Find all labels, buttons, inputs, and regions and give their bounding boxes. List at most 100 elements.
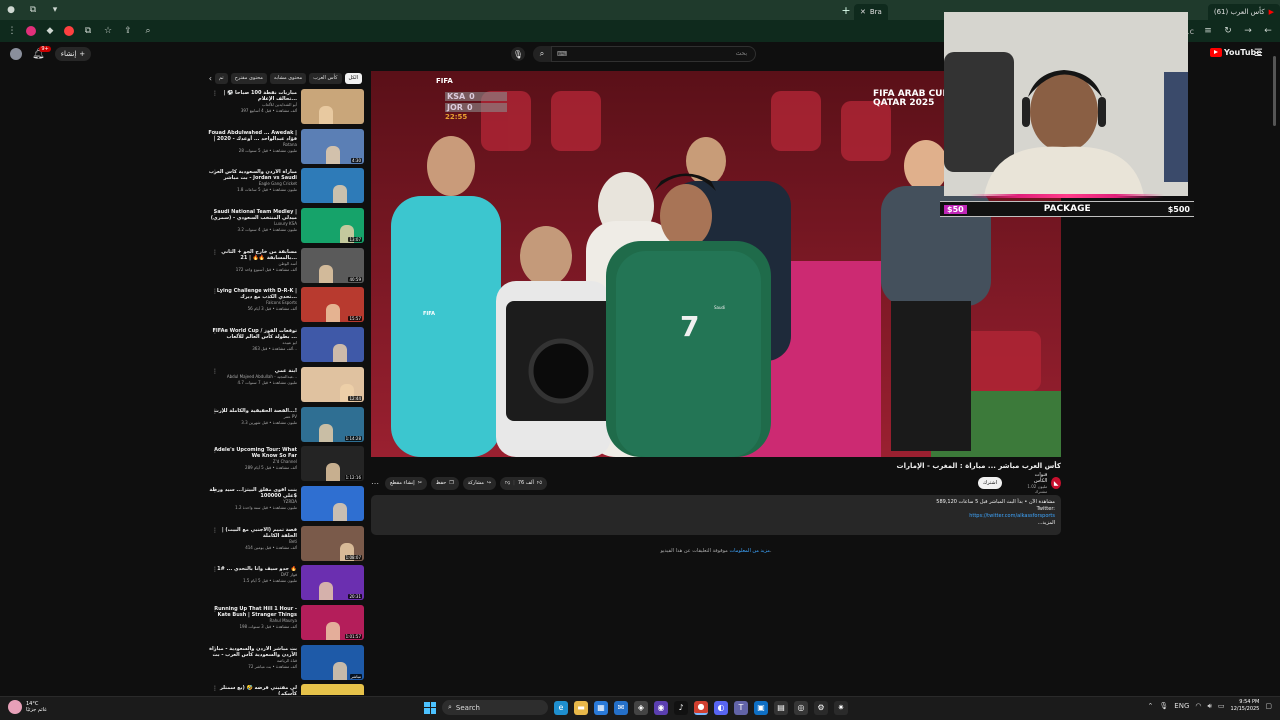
bookmark-star-icon[interactable]: ☆ <box>102 25 114 37</box>
more-options-icon[interactable]: ⋮ <box>212 566 218 573</box>
edge-icon[interactable]: e <box>554 700 568 715</box>
more-options-icon[interactable]: ⋮ <box>212 447 218 454</box>
video-thumbnail[interactable] <box>301 168 364 204</box>
video-thumbnail[interactable]: 13:07 <box>301 208 364 244</box>
tab-active[interactable]: (61) كأس العرب ▶ <box>1207 4 1280 20</box>
video-title[interactable]: Saudi National Team Medley | ميدلي المنت… <box>208 209 297 221</box>
video-title[interactable]: بنت أقوى مقلق البيتزا... سيد ورطة علي 10… <box>208 487 297 499</box>
video-thumbnail[interactable]: 1:12:16 <box>301 446 364 482</box>
more-options-icon[interactable]: ⋮ <box>212 169 218 176</box>
video-thumbnail[interactable]: 1:01:57 <box>301 604 364 640</box>
video-thumbnail[interactable]: 1:14:28 <box>301 406 364 442</box>
video-thumbnail[interactable]: 15:57 <box>301 287 364 323</box>
store-icon[interactable]: ▦ <box>594 700 608 715</box>
video-thumbnail[interactable] <box>301 485 364 521</box>
chip-suggested[interactable]: محتوى مقترح <box>230 72 267 84</box>
extension-icon[interactable] <box>64 26 74 36</box>
chip-arab-cup[interactable]: كأس العرب <box>309 72 342 84</box>
video-title[interactable]: FIFAe World Cup / توقعات الفوز ... بطولة… <box>208 328 297 340</box>
more-options-icon[interactable]: ⋮ <box>212 130 218 137</box>
more-options-icon[interactable]: ⋮ <box>212 606 218 613</box>
zoom-icon[interactable]: ⌕ <box>142 25 154 37</box>
more-options-icon[interactable]: ⋮ <box>212 527 218 534</box>
video-title[interactable]: مباريات نقطة 100 صباحاً ⚽ | تحالف الإعلا… <box>208 90 298 102</box>
tab-1[interactable]: ✕ Bra <box>853 4 888 20</box>
channel-avatar[interactable]: ◣ <box>1051 477 1061 489</box>
video-thumbnail[interactable]: 20:31 <box>301 565 364 601</box>
chevron-up-icon[interactable]: ⌃ <box>1148 702 1154 710</box>
menu-icon[interactable]: ⋮ <box>6 25 18 37</box>
video-title[interactable]: مباراة الأردن والسعودية كأس العرب - بث م… <box>208 169 297 181</box>
discord-icon[interactable]: ◐ <box>714 700 728 715</box>
tune-icon[interactable]: ≡ <box>1202 25 1214 37</box>
video-thumbnail[interactable] <box>301 89 364 124</box>
mail-app-icon[interactable]: ▣ <box>754 700 768 715</box>
game-icon[interactable]: ◉ <box>654 700 668 715</box>
workspaces-icon[interactable]: ⧉ <box>22 0 44 20</box>
tab-list-icon[interactable]: ▾ <box>44 0 66 20</box>
chrome-icon[interactable]: ● <box>694 700 708 715</box>
like-icon[interactable]: 👍︎ <box>537 480 542 486</box>
search-input[interactable]: بحث <box>551 46 756 62</box>
guide-menu-icon[interactable]: ☰ <box>1254 48 1263 59</box>
browser-menu-icon[interactable]: ● <box>0 0 22 20</box>
save-button[interactable]: حفظ ❐ <box>430 476 459 490</box>
tiktok-icon[interactable]: ♪ <box>674 700 688 715</box>
list-item[interactable]: مباريات نقطة 100 صباحاً ⚽ | تحالف الإعلا… <box>208 89 364 129</box>
battery-icon[interactable]: ▭ <box>1218 702 1225 710</box>
more-actions-icon[interactable]: ⋯ <box>371 479 379 488</box>
chip-all[interactable]: الكل <box>344 72 362 84</box>
list-item[interactable]: 1:14:28 القصة الحقيقية والكاملة للإرث...!… <box>208 406 364 447</box>
more-options-icon[interactable]: ⋮ <box>212 487 218 494</box>
chevron-left-icon[interactable]: ‹ <box>209 74 212 83</box>
extension-icon[interactable]: ◆ <box>44 25 56 37</box>
notification-icon[interactable]: ▢ <box>1265 702 1272 710</box>
scrollbar-thumb[interactable] <box>1273 56 1276 126</box>
video-title[interactable]: Fouad Abdulwahed ... Awedak | فؤاد عبدال… <box>208 130 297 142</box>
list-item[interactable]: 1:08:07 قصة تميم (الأجنبي مع البيت) | الح… <box>208 525 364 566</box>
close-icon[interactable]: ✕ <box>860 8 866 16</box>
video-title[interactable]: Running Up That Hill 1 Hour - Kate Bush … <box>208 606 297 618</box>
video-thumbnail[interactable] <box>301 684 364 695</box>
video-title[interactable]: القصة الحقيقية والكاملة للإرث...! <box>208 408 297 414</box>
video-thumbnail[interactable]: 12:44 <box>301 366 364 402</box>
voice-search-mic-icon[interactable]: 🎙︎ <box>511 47 525 61</box>
mail-icon[interactable]: ✉ <box>614 700 628 715</box>
keyboard-icon[interactable]: ⌨ <box>557 50 567 58</box>
more-options-icon[interactable]: ⋮ <box>212 328 218 335</box>
wifi-icon[interactable]: ◠ <box>1195 702 1201 710</box>
video-thumbnail[interactable]: 4:30 <box>301 128 364 164</box>
video-title[interactable]: لي مفتيني قرضه 🤣 (يع سمتلر كأسكم) <box>208 685 297 695</box>
list-item[interactable]: بنت أقوى مقلق البيتزا... سيد ورطة علي 10… <box>208 485 364 526</box>
channel-name[interactable]: قنوات الكأس <box>1020 472 1047 484</box>
list-item[interactable]: 1:12:16 Adele's Upcoming Tour: What We Kn… <box>208 446 364 486</box>
video-thumbnail[interactable]: 1:08:07 <box>301 525 364 561</box>
learn-more-link[interactable]: مزيد من المعلومات <box>729 548 769 554</box>
video-thumbnail[interactable]: مباشر <box>301 644 364 680</box>
obs-icon[interactable]: ◎ <box>794 700 808 715</box>
share-icon[interactable]: ⇪ <box>122 25 134 37</box>
dislike-icon[interactable]: 👎︎ <box>505 480 510 486</box>
page-scrollbar[interactable] <box>1272 46 1277 696</box>
video-thumbnail[interactable]: 40:59 <box>301 247 364 283</box>
notifications-bell-icon[interactable]: 🔔︎ 9+ <box>32 45 51 60</box>
list-item[interactable]: 12:44 ابنة عمي Abdul Majeed Abdullah - عبد… <box>208 366 364 407</box>
video-title[interactable]: مسابقة من خارج الجو + الثاني بالمسابقة 🔥… <box>208 249 297 261</box>
language-indicator[interactable]: ENG <box>1174 702 1189 710</box>
more-options-icon[interactable]: ⋮ <box>212 646 218 653</box>
more-options-icon[interactable]: ⋮ <box>212 408 218 415</box>
app-icon-2[interactable]: ▤ <box>774 700 788 715</box>
more-options-icon[interactable]: ⋮ <box>212 685 218 692</box>
list-item[interactable]: 13:07 Saudi National Team Medley | ميدلي … <box>208 208 364 248</box>
list-item[interactable]: 20:31 جدو سيف وأنا بالتحدي ... #1 🔥 DAT فو… <box>208 565 364 605</box>
video-title[interactable]: بث مباشر الأردن والسعودية - مباراة الأرد… <box>208 646 297 658</box>
more-options-icon[interactable]: ⋮ <box>212 368 218 375</box>
search-button-icon[interactable]: ⌕ <box>533 46 551 62</box>
share-button[interactable]: مشاركة ↪ <box>462 476 497 490</box>
description-link[interactable]: https://twitter.com/alkassforsports <box>377 513 1055 520</box>
windows-start-icon[interactable] <box>424 701 436 714</box>
show-more-link[interactable]: ...المزيد <box>377 520 1055 527</box>
video-thumbnail[interactable] <box>301 327 364 363</box>
list-item[interactable]: 40:59 مسابقة من خارج الجو + الثاني بالمسا… <box>208 247 364 288</box>
back-icon[interactable]: ← <box>1262 25 1274 37</box>
